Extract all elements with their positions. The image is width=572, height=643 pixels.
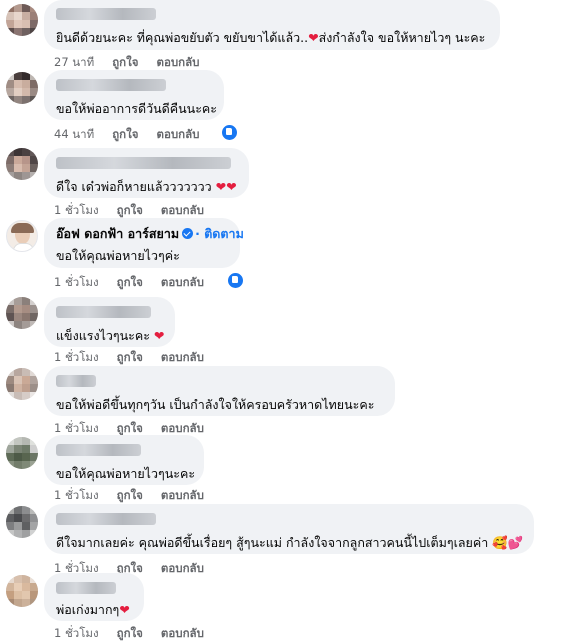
avatar[interactable] <box>6 220 38 252</box>
comment-bubble: ขอให้พ่ออาการดีวันดีคืนนะคะ <box>44 70 224 120</box>
avatar[interactable] <box>6 148 38 180</box>
avatar[interactable] <box>6 575 38 607</box>
like-button[interactable]: ถูกใจ <box>117 203 143 217</box>
red-heart-icon: ❤ <box>119 602 130 617</box>
reply-button[interactable]: ตอบกลับ <box>156 127 199 141</box>
timestamp[interactable]: 1 ชั่วโมง <box>54 275 99 289</box>
reply-button[interactable]: ตอบกลับ <box>161 275 204 289</box>
blurred-name <box>56 157 231 169</box>
blurred-name <box>56 582 116 594</box>
blurred-name <box>56 513 156 525</box>
reply-button[interactable]: ตอบกลับ <box>161 488 204 502</box>
thumbs-up-icon[interactable] <box>220 123 239 142</box>
avatar[interactable] <box>6 72 38 104</box>
comment-bubble: ขอให้พ่อดีขึ้นทุกๆวัน เป็นกำลังใจให้ครอบ… <box>44 366 395 416</box>
timestamp[interactable]: 1 ชั่วโมง <box>54 488 99 502</box>
timestamp[interactable]: 44 นาที <box>54 127 94 141</box>
comment-text: แข็งแรงไวๆนะคะ ❤ <box>56 328 165 343</box>
verified-badge-icon <box>182 228 194 239</box>
comment-text: ขอให้พ่ออาการดีวันดีคืนนะคะ <box>56 101 218 116</box>
avatar[interactable] <box>6 506 38 538</box>
comment-bubble: ยินดีด้วยนะคะ ที่คุณพ่อขยับตัว ขยับขาได้… <box>44 0 500 50</box>
timestamp[interactable]: 1 ชั่วโมง <box>54 626 99 640</box>
avatar-shirt <box>13 243 34 251</box>
red-heart-icon: ❤❤ <box>215 179 237 194</box>
like-button[interactable]: ถูกใจ <box>117 421 143 435</box>
reply-button[interactable]: ตอบกลับ <box>161 350 204 364</box>
timestamp[interactable]: 27 นาที <box>54 55 94 69</box>
comment-text: พ่อเก่งมากๆ❤ <box>56 602 130 617</box>
comment-actions: 1 ชั่วโมง ถูกใจ ตอบกลับ <box>54 274 222 292</box>
comment-actions: 44 นาที ถูกใจ ตอบกลับ <box>54 126 217 144</box>
like-button[interactable]: ถูกใจ <box>112 127 138 141</box>
like-button[interactable]: ถูกใจ <box>117 350 143 364</box>
commenter-name[interactable]: อ๊อฟ ดอกฟ้า อาร์สยาม · ติดตาม <box>56 224 244 244</box>
thumbs-up-icon[interactable] <box>226 271 245 290</box>
follow-button[interactable]: · ติดตาม <box>195 226 244 241</box>
comment-bubble: พ่อเก่งมากๆ❤ <box>44 573 144 621</box>
comment-text: ขอให้คุณพ่อหายไวๆค่ะ <box>56 248 180 263</box>
avatar[interactable] <box>6 368 38 400</box>
comment-bubble: อ๊อฟ ดอกฟ้า อาร์สยาม · ติดตาม ขอให้คุณพ่อ… <box>44 218 244 268</box>
reply-button[interactable]: ตอบกลับ <box>161 561 204 575</box>
red-heart-icon: ❤ <box>308 30 319 45</box>
comment-text: ดีใจ เด๋วพ่อก็หายแล้ววววววว ❤❤ <box>56 179 237 194</box>
avatar[interactable] <box>6 4 38 36</box>
reply-button[interactable]: ตอบกลับ <box>156 55 199 69</box>
hugging-face-emoji: 🥰 <box>492 535 508 550</box>
comment-bubble: ขอให้คุณพ่อหายไวๆนะคะ <box>44 435 204 485</box>
blurred-name <box>56 8 156 20</box>
blurred-name <box>56 375 96 387</box>
comment-bubble: ดีใจมากเลยค่ะ คุณพ่อดีขึ้นเรื่อยๆ สู้ๆนะ… <box>44 504 534 554</box>
reply-button[interactable]: ตอบกลับ <box>161 626 204 640</box>
like-button[interactable]: ถูกใจ <box>117 275 143 289</box>
timestamp[interactable]: 1 ชั่วโมง <box>54 203 99 217</box>
comment-actions: 1 ชั่วโมง ถูกใจ ตอบกลับ <box>54 625 222 643</box>
like-button[interactable]: ถูกใจ <box>117 488 143 502</box>
comment-text: ขอให้คุณพ่อหายไวๆนะคะ <box>56 466 196 481</box>
avatar[interactable] <box>6 297 38 329</box>
two-hearts-emoji: 💕 <box>507 535 524 550</box>
reply-button[interactable]: ตอบกลับ <box>161 203 204 217</box>
blurred-name <box>56 444 141 456</box>
comment-bubble: แข็งแรงไวๆนะคะ ❤ <box>44 297 175 347</box>
like-button[interactable]: ถูกใจ <box>112 55 138 69</box>
avatar[interactable] <box>6 437 38 469</box>
blurred-name <box>56 79 166 91</box>
comment-text: ยินดีด้วยนะคะ ที่คุณพ่อขยับตัว ขยับขาได้… <box>56 30 486 45</box>
red-heart-icon: ❤ <box>153 328 165 343</box>
comment-text: ดีใจมากเลยค่ะ คุณพ่อดีขึ้นเรื่อยๆ สู้ๆนะ… <box>56 535 524 550</box>
avatar-hair <box>11 223 34 233</box>
comment-bubble: ดีใจ เด๋วพ่อก็หายแล้ววววววว ❤❤ <box>44 148 249 198</box>
timestamp[interactable]: 1 ชั่วโมง <box>54 421 99 435</box>
reply-button[interactable]: ตอบกลับ <box>161 421 204 435</box>
timestamp[interactable]: 1 ชั่วโมง <box>54 350 99 364</box>
blurred-name <box>56 306 151 318</box>
comment-text: ขอให้พ่อดีขึ้นทุกๆวัน เป็นกำลังใจให้ครอบ… <box>56 397 375 412</box>
comment-actions: 1 ชั่วโมง ถูกใจ ตอบกลับ <box>54 487 222 505</box>
comment-actions: 1 ชั่วโมง ถูกใจ ตอบกลับ <box>54 349 222 367</box>
like-button[interactable]: ถูกใจ <box>117 626 143 640</box>
